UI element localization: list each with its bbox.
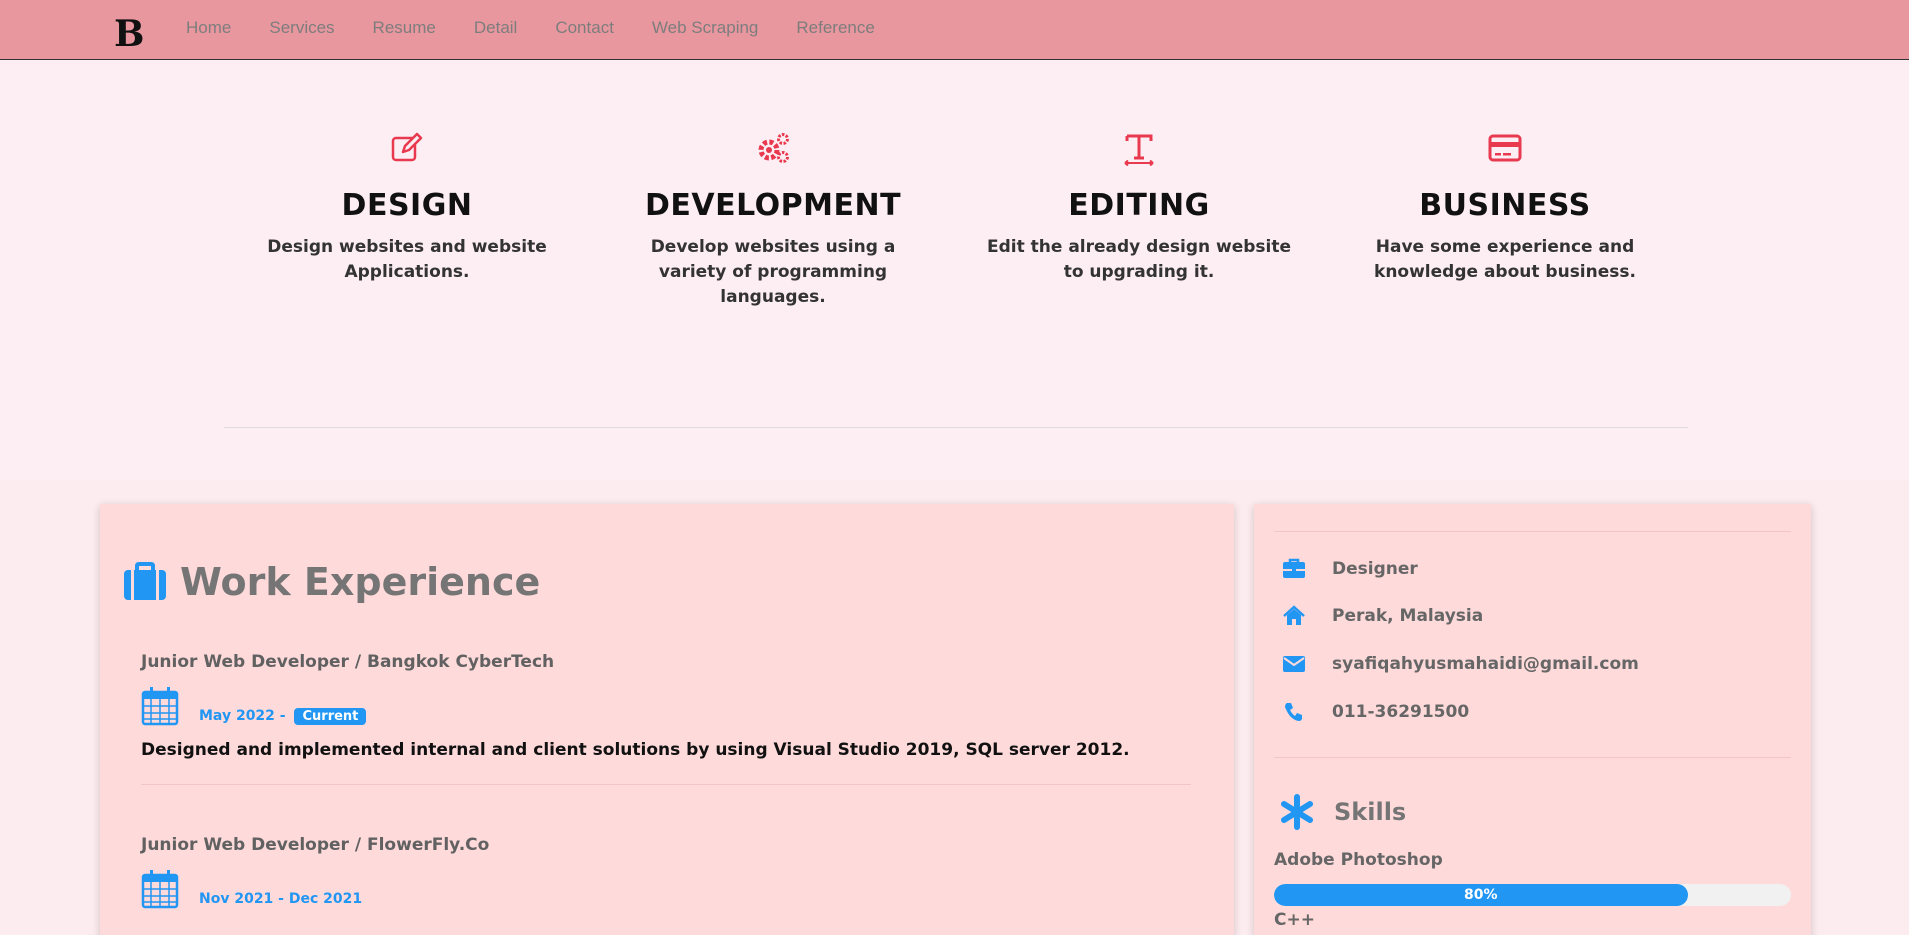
job-title: Junior Web Developer / FlowerFly.Co <box>141 835 490 855</box>
nav-link-resume[interactable]: Resume <box>373 18 436 38</box>
skill-name: C++ <box>1274 910 1315 930</box>
work-experience-title: Work Experience <box>180 560 541 604</box>
service-editing: EDITING Edit the already design website … <box>984 130 1294 285</box>
service-title: DEVELOPMENT <box>644 188 902 223</box>
calendar-icon <box>141 870 179 909</box>
edit-icon <box>391 132 423 162</box>
work-experience-card: Work Experience Junior Web Developer / B… <box>100 504 1234 935</box>
home-icon <box>1283 605 1305 625</box>
info-phone[interactable]: 011-36291500 <box>1282 701 1469 723</box>
info-email-text[interactable]: syafiqahyusmahaidi@gmail.com <box>1332 654 1639 674</box>
section-divider <box>224 427 1688 428</box>
briefcase-icon <box>1283 558 1305 578</box>
info-email[interactable]: syafiqahyusmahaidi@gmail.com <box>1282 653 1639 675</box>
nav-links: Home Services Resume Detail Contact Web … <box>186 18 913 38</box>
job-date-row: Nov 2021 - Dec 2021 <box>141 869 1181 909</box>
skill-progress-bar: 80% <box>1274 884 1791 906</box>
card-divider <box>1274 531 1791 532</box>
skills-title: Skills <box>1334 798 1407 826</box>
service-description: Develop websites using a variety of prog… <box>650 237 896 307</box>
service-description: Design websites and website Applications… <box>267 237 547 282</box>
job-date-row: May 2022 - Current <box>141 686 1181 726</box>
credit-card-icon <box>1488 134 1522 162</box>
job-date: Nov 2021 - Dec 2021 <box>199 891 363 907</box>
skills-heading: Skills <box>1280 794 1406 830</box>
nav-link-home[interactable]: Home <box>186 18 231 38</box>
job-entry: Junior Web Developer / FlowerFly.Co Nov … <box>141 835 1181 909</box>
envelope-icon <box>1283 656 1305 672</box>
work-experience-heading: Work Experience <box>122 560 540 604</box>
nav-link-detail[interactable]: Detail <box>474 18 517 38</box>
job-entry: Junior Web Developer / Bangkok CyberTech… <box>141 652 1191 785</box>
info-location: Perak, Malaysia <box>1282 605 1483 627</box>
gears-icon <box>758 133 789 163</box>
service-business: BUSINESS Have some experience and knowle… <box>1350 130 1660 285</box>
phone-icon <box>1285 703 1302 721</box>
service-description: Edit the already design website to upgra… <box>986 237 1292 282</box>
job-date: May 2022 - Current <box>199 707 367 725</box>
logo-icon[interactable]: B <box>112 12 146 54</box>
calendar-icon <box>141 687 179 726</box>
service-description: Have some experience and knowledge about… <box>1374 237 1636 282</box>
nav-link-web-scraping[interactable]: Web Scraping <box>652 18 758 38</box>
svg-text:B: B <box>114 13 144 54</box>
text-size-icon <box>1124 134 1154 166</box>
job-date-range: May 2022 - <box>199 707 286 724</box>
nav-link-reference[interactable]: Reference <box>796 18 874 38</box>
job-title: Junior Web Developer / Bangkok CyberTech <box>141 652 555 672</box>
job-description: Designed and implemented internal and cl… <box>141 740 1130 760</box>
nav-link-services[interactable]: Services <box>269 18 334 38</box>
card-divider <box>1274 757 1791 758</box>
profile-card: Designer Perak, Malaysia syafiqahyusmaha… <box>1254 504 1811 935</box>
job-separator <box>141 784 1191 785</box>
service-development: DEVELOPMENT Develop websites using a var… <box>618 130 928 310</box>
suitcase-icon <box>124 562 166 600</box>
asterisk-icon <box>1281 794 1313 830</box>
info-job: Designer <box>1282 558 1418 580</box>
skill-name: Adobe Photoshop <box>1274 850 1443 870</box>
skill-progress-fill: 80% <box>1274 884 1688 906</box>
info-location-text: Perak, Malaysia <box>1332 606 1484 626</box>
current-badge: Current <box>294 707 367 725</box>
service-title: DESIGN <box>341 188 473 223</box>
service-title: EDITING <box>1068 188 1210 223</box>
service-design: DESIGN Design websites and website Appli… <box>252 130 562 285</box>
top-navbar: B Home Services Resume Detail Contact We… <box>0 0 1909 60</box>
nav-link-contact[interactable]: Contact <box>555 18 614 38</box>
service-title: BUSINESS <box>1419 188 1591 223</box>
info-job-text: Designer <box>1332 559 1418 579</box>
info-phone-text[interactable]: 011-36291500 <box>1332 702 1469 722</box>
